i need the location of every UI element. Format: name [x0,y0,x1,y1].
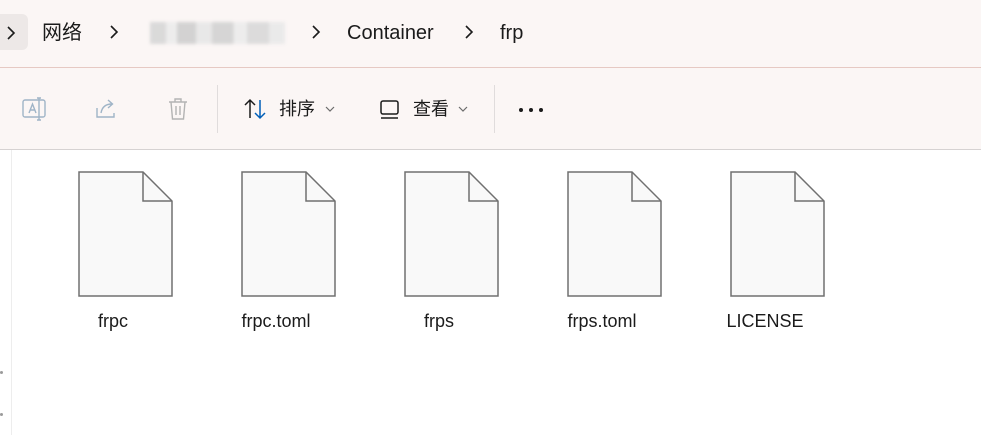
view-icon [380,100,399,119]
file-name: frpc.toml [241,311,311,331]
address-bar: 网络 Container frp [0,0,981,68]
file-icon [78,171,173,297]
rename-icon[interactable] [21,96,47,122]
file-name: frps [423,311,454,331]
more-icon-dot [539,108,543,112]
command-bar: 排序 查看 [0,68,981,150]
file-name: LICENSE [726,311,804,331]
toolbar-divider [217,85,218,133]
chevron-down-icon [458,106,468,112]
sort-icon [244,98,266,120]
file-item-license[interactable]: LICENSE [705,171,825,331]
more-icon [519,108,523,112]
chevron-right-icon [110,25,119,39]
file-icon [404,171,499,297]
file-list: frpc frpc.toml frps frps.toml LICENSE [0,150,981,435]
share-icon[interactable] [93,96,119,122]
breadcrumb-item-container[interactable]: Container [347,20,434,46]
navigation-pane-edge[interactable] [11,150,12,435]
more-icon-dot [529,108,533,112]
toolbar-divider [494,85,495,133]
chevron-down-icon [325,106,335,112]
chevron-right-icon [312,25,321,39]
breadcrumb-item-network[interactable]: 网络 [42,20,82,46]
delete-icon[interactable] [165,96,191,122]
scroll-indicator [0,413,3,416]
file-item-frpc[interactable]: frpc [53,171,173,331]
file-icon [241,171,336,297]
file-name: frps.toml [567,311,637,331]
breadcrumb-item-frp[interactable]: frp [500,20,523,46]
chevron-right-icon [465,25,474,39]
file-item-frpc-toml[interactable]: frpc.toml [216,171,336,331]
file-icon [730,171,825,297]
file-name: frpc [97,311,128,331]
view-label: 查看 [413,99,449,119]
file-icon [567,171,662,297]
file-item-frps-toml[interactable]: frps.toml [542,171,662,331]
sort-label: 排序 [279,99,315,119]
chevron-right-icon [7,26,16,40]
scroll-indicator [0,371,3,374]
breadcrumb-expand-button[interactable] [0,14,28,50]
file-item-frps[interactable]: frps [379,171,499,331]
breadcrumb-item-redacted[interactable] [150,22,285,44]
